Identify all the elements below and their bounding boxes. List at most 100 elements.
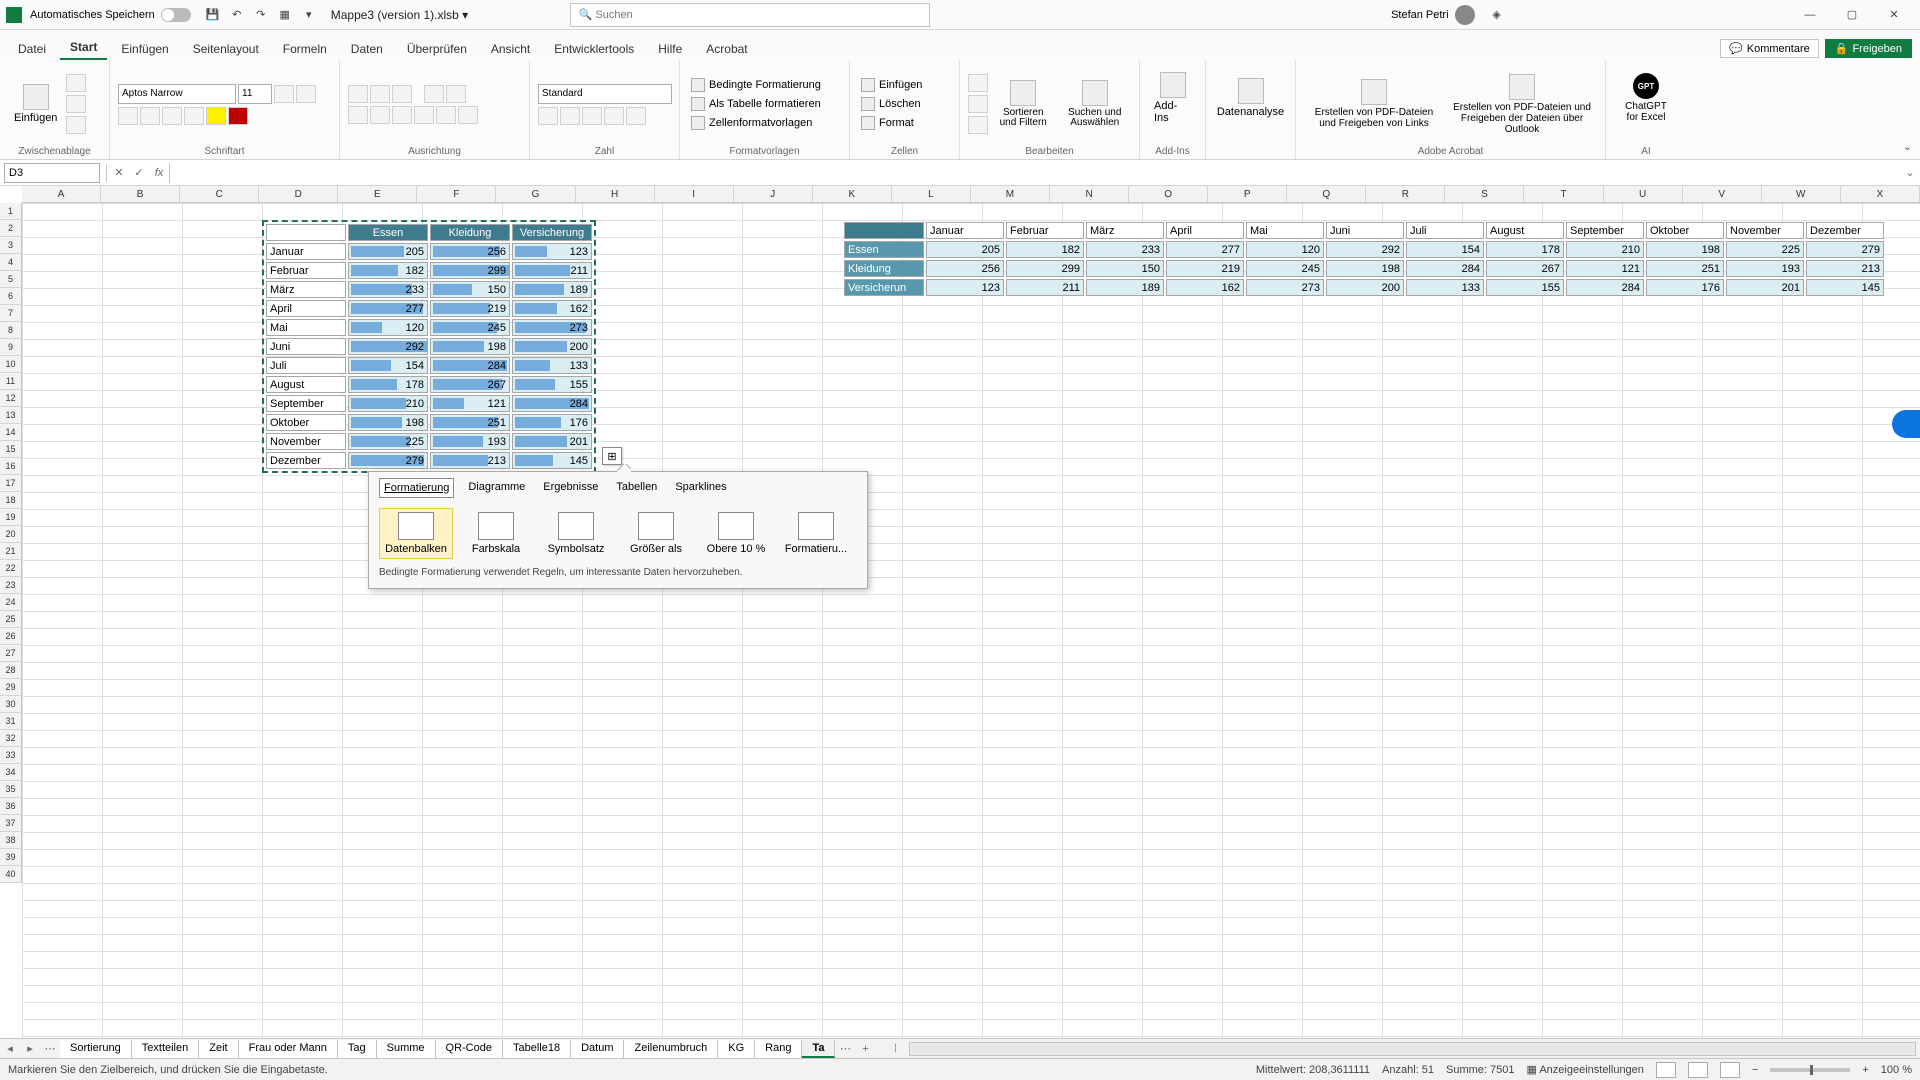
row-17[interactable]: 17: [0, 475, 21, 492]
zoom-in-icon[interactable]: +: [1862, 1064, 1868, 1076]
t2-hdr[interactable]: Oktober: [1646, 222, 1724, 239]
col-P[interactable]: P: [1208, 186, 1287, 202]
row-25[interactable]: 25: [0, 611, 21, 628]
cell-styles-button[interactable]: Zellenformatvorlagen: [688, 115, 841, 131]
col-O[interactable]: O: [1129, 186, 1208, 202]
qa-item-symbolsatz[interactable]: Symbolsatz: [539, 508, 613, 559]
pdf-outlook-button[interactable]: Erstellen von PDF-Dateien und Freigeben …: [1447, 69, 1597, 139]
sheet-tab-sortierung[interactable]: Sortierung: [60, 1040, 132, 1058]
row-26[interactable]: 26: [0, 628, 21, 645]
t2-cell[interactable]: 225: [1726, 241, 1804, 258]
t2-cell[interactable]: Kleidung: [844, 260, 924, 277]
row-27[interactable]: 27: [0, 645, 21, 662]
t1-cell[interactable]: 205: [348, 243, 428, 260]
italic-icon[interactable]: [140, 107, 160, 125]
row-32[interactable]: 32: [0, 730, 21, 747]
t2-hdr[interactable]: Mai: [1246, 222, 1324, 239]
formula-input[interactable]: [169, 163, 1900, 183]
align-left-icon[interactable]: [348, 106, 368, 124]
wrap-icon[interactable]: [446, 85, 466, 103]
table-transposed[interactable]: JanuarFebruarMärzAprilMaiJuniJuliAugustS…: [842, 220, 1886, 298]
comments-button[interactable]: 💬 Kommentare: [1720, 39, 1819, 58]
row-4[interactable]: 4: [0, 254, 21, 271]
t2-cell[interactable]: 284: [1406, 260, 1484, 277]
col-W[interactable]: W: [1762, 186, 1841, 202]
row-30[interactable]: 30: [0, 696, 21, 713]
toggle-off-icon[interactable]: [161, 8, 191, 22]
fill-icon[interactable]: [968, 95, 988, 113]
t2-hdr[interactable]: März: [1086, 222, 1164, 239]
minimize-icon[interactable]: —: [1790, 1, 1830, 29]
zoom-level[interactable]: 100 %: [1881, 1064, 1912, 1076]
qa-tab-tabellen[interactable]: Tabellen: [612, 478, 661, 498]
t1-hdr[interactable]: Kleidung: [430, 224, 510, 241]
sheet-tab-datum[interactable]: Datum: [571, 1040, 624, 1058]
col-V[interactable]: V: [1683, 186, 1762, 202]
col-F[interactable]: F: [417, 186, 496, 202]
align-right-icon[interactable]: [392, 106, 412, 124]
row-6[interactable]: 6: [0, 288, 21, 305]
sheet-tab-ta[interactable]: Ta: [802, 1040, 835, 1058]
tab-acrobat[interactable]: Acrobat: [696, 38, 757, 60]
align-middle-icon[interactable]: [370, 85, 390, 103]
t1-cell[interactable]: 133: [512, 357, 592, 374]
col-E[interactable]: E: [338, 186, 417, 202]
autosum-icon[interactable]: [968, 74, 988, 92]
status-accessibility[interactable]: ▦ Anzeigeeinstellungen: [1526, 1063, 1643, 1076]
t1-cell[interactable]: 189: [512, 281, 592, 298]
t2-cell[interactable]: 154: [1406, 241, 1484, 258]
align-top-icon[interactable]: [348, 85, 368, 103]
view-pagelayout-icon[interactable]: [1688, 1062, 1708, 1078]
t1-cell[interactable]: 121: [430, 395, 510, 412]
t2-cell[interactable]: 182: [1006, 241, 1084, 258]
t1-cell[interactable]: Juli: [266, 357, 346, 374]
orient-icon[interactable]: [424, 85, 444, 103]
row-35[interactable]: 35: [0, 781, 21, 798]
quick-print-icon[interactable]: ▦: [274, 4, 296, 26]
t1-cell[interactable]: Oktober: [266, 414, 346, 431]
t1-cell[interactable]: 219: [430, 300, 510, 317]
row-19[interactable]: 19: [0, 509, 21, 526]
user-account[interactable]: Stefan Petri: [1391, 5, 1474, 25]
chatgpt-button[interactable]: GPTChatGPT for Excel: [1614, 63, 1678, 133]
sheet-tab-zeilenumbruch[interactable]: Zeilenumbruch: [624, 1040, 718, 1058]
t2-cell[interactable]: 279: [1806, 241, 1884, 258]
t1-cell[interactable]: 267: [430, 376, 510, 393]
t2-cell[interactable]: 233: [1086, 241, 1164, 258]
tab-start[interactable]: Start: [60, 36, 107, 60]
column-headers[interactable]: ABCDEFGHIJKLMNOPQRSTUVWX: [22, 186, 1920, 203]
t1-cell[interactable]: April: [266, 300, 346, 317]
undo-icon[interactable]: ↶: [226, 4, 248, 26]
col-T[interactable]: T: [1524, 186, 1603, 202]
t1-hdr[interactable]: Versicherung: [512, 224, 592, 241]
view-normal-icon[interactable]: [1656, 1062, 1676, 1078]
col-A[interactable]: A: [22, 186, 101, 202]
qa-item-datenbalken[interactable]: Datenbalken: [379, 508, 453, 559]
row-5[interactable]: 5: [0, 271, 21, 288]
find-select-button[interactable]: Suchen und Auswählen: [1058, 72, 1131, 136]
t2-cell[interactable]: 150: [1086, 260, 1164, 277]
sheet-add-icon[interactable]: +: [855, 1043, 875, 1055]
t2-cell[interactable]: 273: [1246, 279, 1324, 296]
t2-cell[interactable]: 193: [1726, 260, 1804, 277]
indent-inc-icon[interactable]: [436, 106, 456, 124]
t1-cell[interactable]: 277: [348, 300, 428, 317]
t1-cell[interactable]: März: [266, 281, 346, 298]
font-color-icon[interactable]: [228, 107, 248, 125]
qa-item-farbskala[interactable]: Farbskala: [459, 508, 533, 559]
t2-cell[interactable]: 277: [1166, 241, 1244, 258]
row-20[interactable]: 20: [0, 526, 21, 543]
t2-cell[interactable]: 162: [1166, 279, 1244, 296]
save-icon[interactable]: 💾: [202, 4, 224, 26]
t1-cell[interactable]: 225: [348, 433, 428, 450]
decrease-font-icon[interactable]: [296, 85, 316, 103]
qa-item-formatieru[interactable]: Formatieru...: [779, 508, 853, 559]
t2-cell[interactable]: 256: [926, 260, 1004, 277]
t2-cell[interactable]: 299: [1006, 260, 1084, 277]
qa-tab-diagramme[interactable]: Diagramme: [464, 478, 529, 498]
t1-cell[interactable]: 299: [430, 262, 510, 279]
copilot-icon[interactable]: [1892, 410, 1920, 438]
t2-cell[interactable]: 198: [1326, 260, 1404, 277]
tab-ueberpruefen[interactable]: Überprüfen: [397, 38, 477, 60]
t2-hdr[interactable]: Februar: [1006, 222, 1084, 239]
